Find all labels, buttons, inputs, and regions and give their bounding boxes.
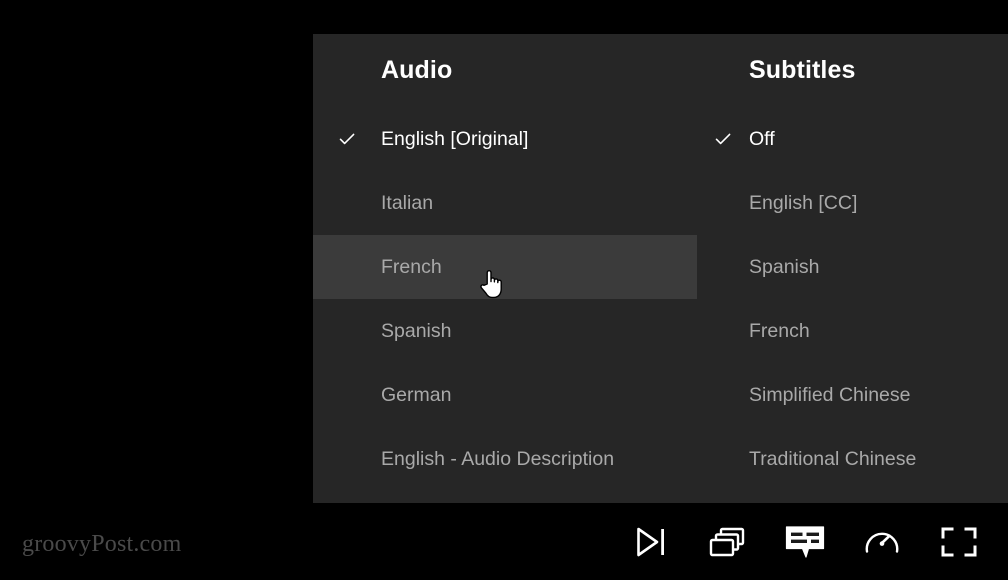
option-label: English - Audio Description [381, 448, 615, 470]
speed-gauge-icon [863, 525, 901, 559]
subtitles-column-title: Subtitles [749, 56, 856, 84]
check-icon [697, 129, 749, 149]
audio-option-list: English [Original] Italian French Spanis… [313, 107, 697, 491]
next-episode-icon [633, 525, 669, 559]
subtitles-option-english-cc[interactable]: English [CC] [697, 171, 1008, 235]
subtitles-option-off[interactable]: Off [697, 107, 1008, 171]
option-label: French [749, 320, 810, 342]
option-label: English [Original] [381, 128, 529, 150]
option-label: English [CC] [749, 192, 858, 214]
option-label: Spanish [749, 256, 820, 278]
subtitles-column: Subtitles Off English [CC] Spanish Frenc… [697, 34, 1008, 503]
option-label: Italian [381, 192, 434, 214]
subtitles-option-list: Off English [CC] Spanish French Simplifi [697, 107, 1008, 491]
audio-option-french[interactable]: French [313, 235, 697, 299]
option-label: French [381, 256, 442, 278]
video-player-screen: Audio English [Original] Italian French … [0, 0, 1008, 580]
subtitles-option-traditional-chinese[interactable]: Traditional Chinese [697, 427, 1008, 491]
subtitles-icon [784, 524, 826, 560]
episodes-icon [709, 525, 747, 559]
episodes-button[interactable] [701, 515, 755, 569]
option-label: Traditional Chinese [749, 448, 917, 470]
audio-subtitles-button[interactable] [778, 515, 832, 569]
check-icon [313, 129, 381, 149]
audio-option-english-audio-description[interactable]: English - Audio Description [313, 427, 697, 491]
next-episode-button[interactable] [624, 515, 678, 569]
audio-subtitles-panel: Audio English [Original] Italian French … [313, 34, 1008, 503]
playback-speed-button[interactable] [855, 515, 909, 569]
audio-column: Audio English [Original] Italian French … [313, 34, 697, 503]
subtitles-option-spanish[interactable]: Spanish [697, 235, 1008, 299]
audio-option-spanish[interactable]: Spanish [313, 299, 697, 363]
fullscreen-icon [940, 525, 978, 559]
watermark: groovyPost.com [22, 531, 182, 557]
option-label: Spanish [381, 320, 452, 342]
audio-option-german[interactable]: German [313, 363, 697, 427]
audio-column-title: Audio [381, 56, 453, 84]
subtitles-option-french[interactable]: French [697, 299, 1008, 363]
option-label: German [381, 384, 452, 406]
audio-option-english-original[interactable]: English [Original] [313, 107, 697, 171]
option-label: Simplified Chinese [749, 384, 911, 406]
subtitles-option-simplified-chinese[interactable]: Simplified Chinese [697, 363, 1008, 427]
fullscreen-button[interactable] [932, 515, 986, 569]
audio-option-italian[interactable]: Italian [313, 171, 697, 235]
option-label: Off [749, 128, 775, 150]
